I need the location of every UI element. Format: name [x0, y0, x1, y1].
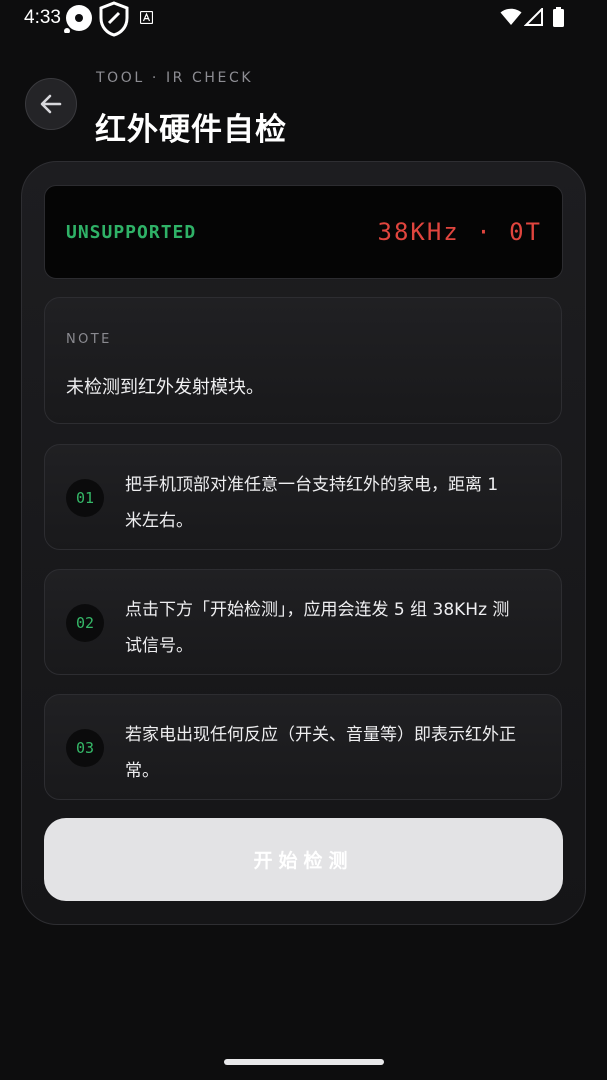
- note-label: NOTE: [66, 332, 112, 347]
- ir-frequency-readout: 38KHz · 0T: [377, 218, 542, 246]
- page-title: 红外硬件自检: [95, 112, 287, 148]
- ir-status-display: UNSUPPORTED 38KHz · 0T: [44, 185, 563, 279]
- step-text: 把手机顶部对准任意一台支持红外的家电，距离 1 米左右。: [125, 467, 545, 539]
- step-item: 02 点击下方「开始检测」，应用会连发 5 组 38KHz 测 试信号。: [44, 569, 562, 675]
- status-bar: 4:33: [0, 0, 607, 37]
- step-number-badge: 02: [66, 604, 104, 642]
- step-text: 若家电出现任何反应（开关、音量等）即表示红外正 常。: [125, 717, 545, 789]
- start-check-button[interactable]: 开始检测: [44, 818, 563, 901]
- back-button[interactable]: [25, 78, 77, 130]
- step-number-badge: 01: [66, 479, 104, 517]
- page-eyebrow: TOOL · IR CHECK: [96, 70, 254, 86]
- step-item: 01 把手机顶部对准任意一台支持红外的家电，距离 1 米左右。: [44, 444, 562, 550]
- keyboard-a-icon: [140, 11, 153, 24]
- step-item: 03 若家电出现任何反应（开关、音量等）即表示红外正 常。: [44, 694, 562, 800]
- signal-icon: [524, 8, 543, 26]
- step-text-line: 常。: [125, 761, 159, 781]
- step-text-line: 试信号。: [125, 636, 193, 656]
- note-text: 未检测到红外发射模块。: [66, 377, 264, 398]
- battery-icon: [553, 7, 564, 27]
- step-text-line: 把手机顶部对准任意一台支持红外的家电，距离 1: [125, 475, 499, 495]
- step-number-badge: 03: [66, 729, 104, 767]
- home-indicator[interactable]: [224, 1059, 384, 1065]
- step-text-line: 米左右。: [125, 511, 193, 531]
- arrow-left-icon: [40, 94, 62, 114]
- wifi-icon: [500, 8, 522, 25]
- ir-status-text: UNSUPPORTED: [66, 222, 197, 243]
- shield-icon: [99, 1, 129, 37]
- record-icon: [64, 5, 92, 33]
- step-text-line: 若家电出现任何反应（开关、音量等）即表示红外正: [125, 725, 516, 745]
- step-text: 点击下方「开始检测」，应用会连发 5 组 38KHz 测 试信号。: [125, 592, 545, 664]
- step-text-line: 点击下方「开始检测」，应用会连发 5 组 38KHz 测: [125, 600, 510, 620]
- note-panel: NOTE 未检测到红外发射模块。: [44, 297, 562, 424]
- status-time: 4:33: [24, 7, 61, 28]
